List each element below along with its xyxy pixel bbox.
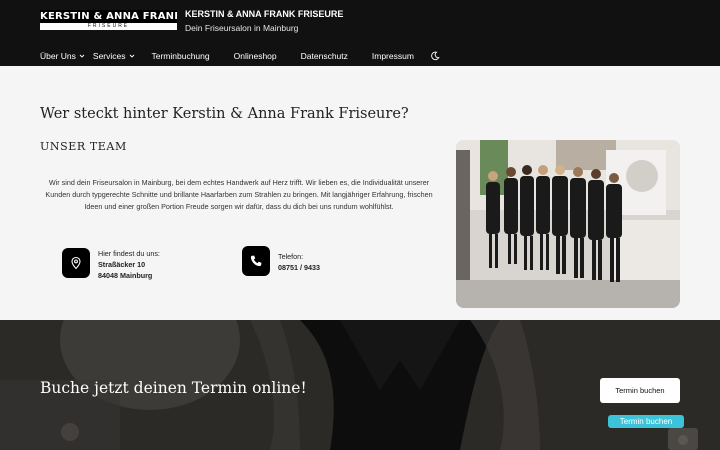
- nav-item-terminbuchung[interactable]: Terminbuchung: [152, 51, 210, 61]
- intro-text: Wir sind dein Friseursalon in Mainburg, …: [45, 178, 433, 211]
- nav-label: Impressum: [371, 51, 414, 61]
- site-title[interactable]: KERSTIN & ANNA FRANK FRISEURE: [185, 9, 343, 19]
- phone-number[interactable]: 08751 / 9433: [278, 262, 320, 273]
- logo-line2: FRISEURE: [87, 23, 130, 29]
- phone-block: Telefon: 08751 / 9433: [242, 246, 320, 276]
- nav-item-ueber-uns[interactable]: Über Uns: [40, 51, 85, 61]
- booking-banner: Buche jetzt deinen Termin online! Termin…: [0, 320, 720, 450]
- main-nav: Über Uns Services Terminbuchung Onlinesh…: [40, 50, 440, 62]
- moon-icon[interactable]: [430, 51, 440, 61]
- logo-line1: KERSTIN & ANNA FRANK: [40, 10, 177, 23]
- chevron-down-icon: [79, 54, 85, 58]
- floating-book-button[interactable]: Termin buchen: [608, 415, 684, 428]
- nav-label: Onlineshop: [233, 51, 277, 61]
- address-city: 84048 Mainburg: [98, 271, 153, 280]
- nav-label: Über Uns: [40, 51, 76, 61]
- team-photo: [456, 140, 680, 308]
- banner-heading: Buche jetzt deinen Termin online!: [40, 379, 307, 397]
- nav-item-onlineshop[interactable]: Onlineshop: [234, 51, 277, 61]
- nav-label: Services: [92, 51, 126, 61]
- nav-item-services[interactable]: Services: [93, 51, 135, 61]
- nav-label: Terminbuchung: [151, 51, 210, 61]
- chevron-down-icon: [129, 54, 134, 58]
- book-appointment-button[interactable]: Termin buchen: [600, 378, 680, 403]
- nav-item-impressum[interactable]: Impressum: [372, 51, 414, 61]
- nav-item-datenschutz[interactable]: Datenschutz: [301, 51, 348, 61]
- address-street: Straßäcker 10: [98, 260, 146, 269]
- address-block: Hier findest du uns: Straßäcker 10 84048…: [62, 248, 160, 281]
- address-label: Hier findest du uns:: [98, 249, 160, 258]
- about-section: Wer steckt hinter Kerstin & Anna Frank F…: [0, 66, 720, 320]
- nav-label: Datenschutz: [300, 51, 348, 61]
- site-tagline: Dein Friseursalon in Mainburg: [185, 23, 299, 33]
- site-header: KERSTIN & ANNA FRANK FRISEURE KERSTIN & …: [0, 0, 720, 66]
- page-heading: Wer steckt hinter Kerstin & Anna Frank F…: [40, 106, 409, 122]
- location-pin-icon: [62, 248, 90, 278]
- site-logo[interactable]: KERSTIN & ANNA FRANK FRISEURE: [40, 10, 177, 30]
- phone-label: Telefon:: [278, 252, 304, 261]
- team-subheading: UNSER TEAM: [40, 140, 127, 153]
- phone-icon[interactable]: [242, 246, 270, 276]
